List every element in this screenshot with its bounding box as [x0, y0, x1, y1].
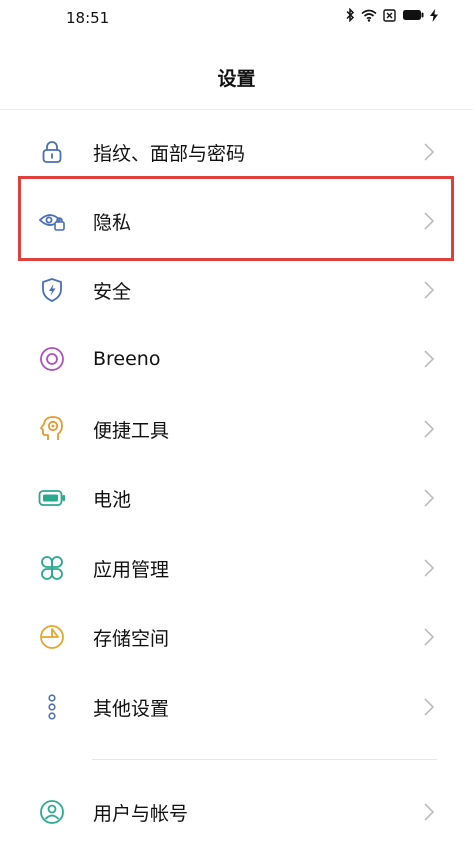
settings-item-label: 安全 — [93, 280, 132, 303]
header-divider — [0, 109, 473, 110]
battery-icon — [38, 484, 66, 512]
head-gear-icon — [38, 415, 66, 443]
chevron-right-icon — [424, 489, 435, 507]
section-divider — [92, 759, 437, 760]
charging-icon — [430, 8, 438, 22]
highlight-box — [18, 176, 454, 261]
more-dots-icon — [38, 693, 66, 721]
settings-item-label: 电池 — [93, 488, 132, 511]
chevron-right-icon — [424, 143, 435, 161]
settings-item-security[interactable]: 安全 — [0, 255, 473, 325]
settings-item-battery[interactable]: 电池 — [0, 463, 473, 533]
sim-icon — [383, 8, 396, 22]
battery-icon — [403, 10, 424, 20]
settings-item-convenience-tools[interactable]: 便捷工具 — [0, 394, 473, 464]
chevron-right-icon — [424, 803, 435, 821]
chevron-right-icon — [424, 281, 435, 299]
bluetooth-icon — [346, 8, 355, 22]
breeno-ring-icon — [38, 345, 66, 373]
settings-item-breeno[interactable]: Breeno — [0, 324, 473, 394]
status-time: 18:51 — [66, 9, 110, 27]
user-icon — [38, 798, 66, 826]
chevron-right-icon — [424, 628, 435, 646]
chevron-right-icon — [424, 698, 435, 716]
settings-item-label: 存储空间 — [93, 627, 170, 650]
settings-item-users-accounts[interactable]: 用户与帐号 — [0, 777, 473, 847]
settings-item-label: 用户与帐号 — [93, 802, 189, 825]
settings-item-label: Breeno — [93, 348, 161, 370]
app-grid-icon — [38, 554, 66, 582]
settings-item-label: 其他设置 — [93, 697, 170, 720]
settings-item-label: 应用管理 — [93, 558, 170, 581]
settings-item-other-settings[interactable]: 其他设置 — [0, 672, 473, 742]
status-bar: 18:51 — [0, 0, 473, 38]
chevron-right-icon — [424, 559, 435, 577]
settings-item-storage[interactable]: 存储空间 — [0, 602, 473, 672]
wifi-icon — [361, 9, 377, 22]
chevron-right-icon — [424, 420, 435, 438]
chevron-right-icon — [424, 350, 435, 368]
status-icons — [345, 8, 438, 22]
storage-pie-icon — [38, 623, 66, 651]
page-title: 设置 — [217, 68, 256, 90]
settings-item-app-management[interactable]: 应用管理 — [0, 533, 473, 603]
settings-item-label: 便捷工具 — [93, 419, 170, 442]
lock-icon — [38, 138, 66, 166]
shield-bolt-icon — [38, 276, 66, 304]
settings-item-label: 指纹、面部与密码 — [93, 142, 246, 165]
